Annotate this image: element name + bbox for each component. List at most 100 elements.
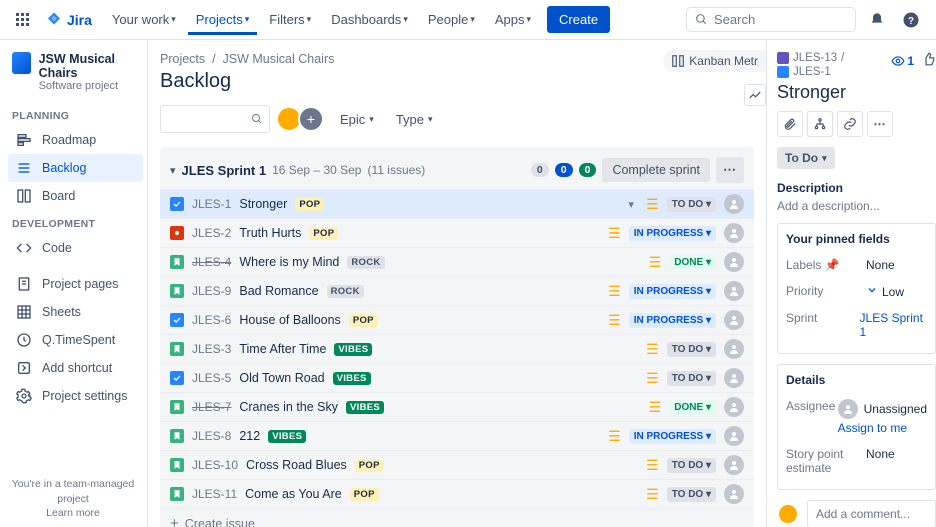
pinned-field-labels[interactable]: Labels 📌None (786, 252, 927, 278)
sidebar-item-backlog[interactable]: Backlog (8, 154, 143, 182)
issue-expand-icon[interactable]: ▾ (624, 198, 638, 211)
status-lozenge[interactable]: TO DO ▾ (667, 371, 716, 386)
epic-filter[interactable]: Epic ▾ (334, 108, 380, 131)
top-navigation: Jira Your work ▾Projects ▾Filters ▾Dashb… (0, 0, 936, 40)
pinned-field-priority[interactable]: PriorityLow (786, 278, 927, 305)
epic-tag[interactable]: VIBES (346, 401, 384, 414)
epic-tag[interactable]: POP (295, 198, 324, 211)
child-issue-icon[interactable] (807, 111, 833, 137)
nav-projects[interactable]: Projects ▾ (188, 4, 258, 35)
epic-tag[interactable]: POP (355, 459, 384, 472)
create-button[interactable]: Create (547, 6, 610, 33)
epic-tag[interactable]: ROCK (347, 256, 384, 269)
description-field[interactable]: Add a description... (777, 199, 936, 213)
issue-row[interactable]: JLES-8212VIBES☰IN PROGRESS ▾ (160, 421, 754, 450)
pinned-field-sprint[interactable]: SprintJLES Sprint 1 (786, 305, 927, 345)
sidebar-item-board[interactable]: Board (8, 182, 143, 210)
sprint-collapse-icon[interactable]: ▾ (170, 164, 176, 177)
status-lozenge[interactable]: TO DO ▾ (667, 458, 716, 473)
sprint-menu-button[interactable]: ⋯ (716, 157, 744, 183)
status-lozenge[interactable]: IN PROGRESS ▾ (629, 313, 716, 328)
assignee-filter[interactable]: + (280, 106, 324, 132)
sidebar-item-q-timespent[interactable]: Q.TimeSpent (8, 326, 143, 354)
type-filter[interactable]: Type ▾ (390, 108, 439, 131)
learn-more-link[interactable]: Learn more (46, 507, 100, 519)
assignee-avatar[interactable] (724, 310, 744, 330)
kanban-metrics-button[interactable]: Kanban Metr (663, 50, 766, 72)
issue-row[interactable]: JLES-11Come as You ArePOP☰TO DO ▾ (160, 479, 754, 508)
epic-key[interactable]: JLES-13 (793, 52, 837, 64)
nav-apps[interactable]: Apps ▾ (487, 4, 539, 35)
sidebar-item-code[interactable]: Code (8, 234, 143, 262)
sidebar-item-add-shortcut[interactable]: Add shortcut (8, 354, 143, 382)
attach-icon[interactable] (777, 111, 803, 137)
epic-tag[interactable]: POP (309, 227, 338, 240)
status-dropdown[interactable]: To Do ▾ (777, 147, 835, 169)
status-lozenge[interactable]: DONE ▾ (669, 400, 716, 415)
assignee-avatar[interactable] (724, 368, 744, 388)
add-people-icon[interactable]: + (298, 106, 324, 132)
sidebar-item-sheets[interactable]: Sheets (8, 298, 143, 326)
create-issue-row[interactable]: +Create issue (160, 508, 754, 527)
assignee-avatar[interactable] (724, 426, 744, 446)
issue-row[interactable]: JLES-2Truth HurtsPOP☰IN PROGRESS ▾ (160, 218, 754, 247)
sidebar-item-roadmap[interactable]: Roadmap (8, 126, 143, 154)
status-lozenge[interactable]: IN PROGRESS ▾ (629, 429, 716, 444)
nav-dashboards[interactable]: Dashboards ▾ (323, 4, 416, 35)
assignee-avatar[interactable] (724, 252, 744, 272)
assignee-avatar[interactable] (724, 455, 744, 475)
breadcrumb-project[interactable]: JSW Musical Chairs (223, 52, 335, 66)
status-lozenge[interactable]: TO DO ▾ (667, 487, 716, 502)
issue-row[interactable]: JLES-4Where is my MindROCK☰DONE ▾ (160, 247, 754, 276)
nav-your-work[interactable]: Your work ▾ (104, 4, 184, 35)
comment-input[interactable]: Add a comment... (807, 500, 936, 527)
complete-sprint-button[interactable]: Complete sprint (602, 158, 710, 182)
issue-row[interactable]: JLES-3Time After TimeVIBES☰TO DO ▾ (160, 334, 754, 363)
panel-more-icon[interactable]: ⋯ (867, 111, 893, 137)
insights-icon[interactable] (744, 84, 766, 106)
status-lozenge[interactable]: TO DO ▾ (667, 197, 716, 212)
assignee-avatar[interactable] (724, 484, 744, 504)
epic-tag[interactable]: POP (350, 488, 379, 501)
sidebar-item-project-settings[interactable]: Project settings (8, 382, 143, 410)
panel-issue-key[interactable]: JLES-1 (793, 66, 831, 78)
assignee-avatar[interactable] (724, 339, 744, 359)
assignee-avatar[interactable] (724, 194, 744, 214)
issue-row[interactable]: JLES-7Cranes in the SkyVIBES☰DONE ▾ (160, 392, 754, 421)
like-icon[interactable] (922, 52, 936, 69)
notifications-icon[interactable] (864, 7, 890, 33)
assignee-avatar[interactable] (724, 397, 744, 417)
status-lozenge[interactable]: IN PROGRESS ▾ (629, 284, 716, 299)
issue-row[interactable]: JLES-6House of BalloonsPOP☰IN PROGRESS ▾ (160, 305, 754, 334)
jira-logo[interactable]: Jira (45, 11, 92, 29)
assign-to-me-link[interactable]: Assign to me (838, 421, 927, 435)
status-lozenge[interactable]: IN PROGRESS ▾ (629, 226, 716, 241)
epic-tag[interactable]: POP (349, 314, 378, 327)
epic-tag[interactable]: VIBES (334, 343, 372, 356)
issue-row[interactable]: JLES-5Old Town RoadVIBES☰TO DO ▾ (160, 363, 754, 392)
assignee-avatar[interactable] (724, 223, 744, 243)
status-lozenge[interactable]: DONE ▾ (669, 255, 716, 270)
story-point-field[interactable]: Story point estimate None (786, 441, 927, 481)
help-icon[interactable]: ? (898, 7, 924, 33)
epic-tag[interactable]: VIBES (268, 430, 306, 443)
epic-tag[interactable]: ROCK (327, 285, 364, 298)
issue-row[interactable]: JLES-1StrongerPOP▾☰TO DO ▾ (160, 189, 754, 218)
project-header[interactable]: JSW Musical Chairs Software project (8, 52, 143, 102)
breadcrumb-projects[interactable]: Projects (160, 52, 205, 66)
issue-row[interactable]: JLES-10Cross Road BluesPOP☰TO DO ▾ (160, 450, 754, 479)
issue-key: JLES-10 (192, 458, 238, 472)
nav-filters[interactable]: Filters ▾ (261, 4, 319, 35)
link-icon[interactable] (837, 111, 863, 137)
sidebar-item-project-pages[interactable]: Project pages (8, 270, 143, 298)
backlog-search[interactable] (160, 105, 270, 133)
status-lozenge[interactable]: TO DO ▾ (667, 342, 716, 357)
assignee-avatar[interactable] (724, 281, 744, 301)
epic-tag[interactable]: VIBES (333, 372, 371, 385)
app-switcher-icon[interactable] (12, 9, 33, 30)
watch-icon[interactable]: 1 (891, 54, 914, 68)
panel-issue-title[interactable]: Stronger (777, 82, 936, 103)
global-search[interactable]: Search (686, 7, 856, 32)
nav-people[interactable]: People ▾ (420, 4, 483, 35)
issue-row[interactable]: JLES-9Bad RomanceROCK☰IN PROGRESS ▾ (160, 276, 754, 305)
